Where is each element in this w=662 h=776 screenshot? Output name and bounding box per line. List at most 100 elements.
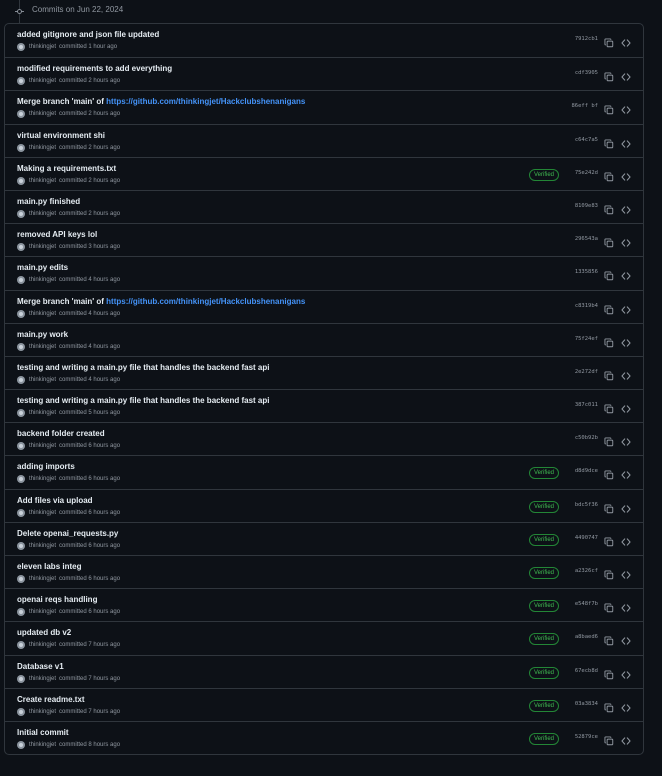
avatar[interactable]: [17, 707, 25, 716]
commit-author[interactable]: thinkingjet: [29, 443, 56, 449]
copy-icon[interactable]: [604, 35, 614, 48]
commit-sha-link[interactable]: 8109e83: [570, 203, 598, 209]
browse-code-icon[interactable]: [621, 434, 631, 446]
browse-code-icon[interactable]: [621, 69, 631, 81]
commit-author[interactable]: thinkingjet: [29, 476, 56, 482]
avatar[interactable]: [17, 342, 25, 351]
commit-author[interactable]: thinkingjet: [29, 145, 56, 151]
copy-icon[interactable]: [604, 202, 614, 215]
commit-message[interactable]: openai reqs handling: [17, 595, 97, 604]
avatar[interactable]: [17, 143, 25, 152]
browse-code-icon[interactable]: [621, 534, 631, 546]
commit-sha-link[interactable]: 1335856: [570, 269, 598, 275]
commit-author[interactable]: thinkingjet: [29, 111, 56, 117]
commit-sha-link[interactable]: c50b92b: [570, 435, 598, 441]
copy-icon[interactable]: [604, 434, 614, 447]
commit-message-text[interactable]: eleven labs integ: [17, 562, 81, 571]
commit-author[interactable]: thinkingjet: [29, 742, 56, 748]
commit-message[interactable]: modified requirements to add everything: [17, 64, 172, 73]
commit-message-text[interactable]: main.py edits: [17, 263, 68, 272]
commit-author[interactable]: thinkingjet: [29, 78, 56, 84]
browse-code-icon[interactable]: [621, 302, 631, 314]
copy-icon[interactable]: [604, 700, 614, 712]
copy-icon[interactable]: [604, 169, 614, 181]
commit-message[interactable]: eleven labs integ: [17, 562, 81, 571]
verified-badge[interactable]: Verified: [529, 567, 560, 579]
copy-icon[interactable]: [604, 401, 614, 414]
avatar[interactable]: [17, 608, 25, 617]
avatar[interactable]: [17, 110, 25, 119]
commit-message-text[interactable]: testing and writing a main.py file that …: [17, 396, 270, 405]
commit-message-text[interactable]: Create readme.txt: [17, 695, 85, 704]
avatar[interactable]: [17, 375, 25, 384]
commit-message-text[interactable]: removed API keys lol: [17, 230, 97, 239]
commit-repo-link[interactable]: https://github.com/thinkingjet/Hackclubs…: [106, 97, 305, 106]
commit-message[interactable]: testing and writing a main.py file that …: [17, 396, 270, 405]
copy-icon[interactable]: [604, 368, 614, 381]
commit-sha-link[interactable]: a2326cf: [570, 568, 598, 574]
commit-author[interactable]: thinkingjet: [29, 576, 56, 582]
commit-author[interactable]: thinkingjet: [29, 543, 56, 549]
browse-code-icon[interactable]: [621, 600, 631, 612]
commit-message-text[interactable]: Merge branch 'main' of: [17, 97, 106, 106]
browse-code-icon[interactable]: [621, 733, 631, 745]
browse-code-icon[interactable]: [621, 335, 631, 347]
verified-badge[interactable]: Verified: [529, 500, 560, 513]
commit-message-text[interactable]: backend folder created: [17, 429, 105, 438]
avatar[interactable]: [17, 409, 25, 418]
avatar[interactable]: [17, 43, 25, 51]
commit-sha-link[interactable]: 296543a: [570, 236, 598, 242]
commit-message[interactable]: updated db v2: [17, 628, 71, 637]
commit-message[interactable]: backend folder created: [17, 429, 105, 438]
copy-icon[interactable]: [604, 102, 614, 115]
commit-author[interactable]: thinkingjet: [29, 244, 56, 250]
copy-icon[interactable]: [604, 467, 614, 480]
commit-message[interactable]: Create readme.txt: [17, 695, 85, 704]
commit-sha-link[interactable]: 75f24ef: [570, 336, 598, 342]
commit-sha-link[interactable]: 67ecb8d: [570, 668, 598, 674]
commit-author[interactable]: thinkingjet: [29, 642, 56, 648]
browse-code-icon[interactable]: [621, 667, 631, 679]
commit-author[interactable]: thinkingjet: [29, 377, 56, 383]
commit-author[interactable]: thinkingjet: [29, 311, 56, 317]
commit-author[interactable]: thinkingjet: [29, 44, 56, 50]
avatar[interactable]: [17, 508, 25, 517]
verified-badge[interactable]: Verified: [529, 699, 560, 712]
commit-message-text[interactable]: virtual environment shi: [17, 131, 105, 140]
commit-message[interactable]: added gitignore and json file updated: [17, 30, 159, 39]
commit-message-text[interactable]: Making a requirements.txt: [17, 164, 116, 173]
verified-badge[interactable]: Verified: [529, 633, 560, 646]
avatar[interactable]: [17, 209, 25, 218]
commit-message[interactable]: Initial commit: [17, 728, 69, 737]
commit-message-text[interactable]: modified requirements to add everything: [17, 64, 172, 73]
copy-icon[interactable]: [604, 335, 614, 347]
commit-sha-link[interactable]: 7912cb1: [570, 36, 598, 42]
commit-message-text[interactable]: updated db v2: [17, 628, 71, 637]
commit-sha-link[interactable]: 4490747: [570, 535, 598, 541]
browse-code-icon[interactable]: [621, 368, 631, 380]
copy-icon[interactable]: [604, 136, 614, 148]
browse-code-icon[interactable]: [621, 102, 631, 114]
commit-repo-link[interactable]: https://github.com/thinkingjet/Hackclubs…: [106, 297, 305, 306]
browse-code-icon[interactable]: [621, 633, 631, 645]
commit-message-text[interactable]: Initial commit: [17, 728, 69, 737]
avatar[interactable]: [17, 541, 25, 550]
verified-badge[interactable]: Verified: [529, 600, 560, 613]
copy-icon[interactable]: [604, 501, 614, 513]
verified-badge[interactable]: Verified: [529, 533, 560, 546]
avatar[interactable]: [17, 641, 25, 650]
commit-sha-link[interactable]: 75e242d: [570, 170, 598, 176]
avatar[interactable]: [17, 442, 25, 451]
browse-code-icon[interactable]: [621, 169, 631, 181]
commit-message[interactable]: testing and writing a main.py file that …: [17, 363, 270, 372]
commit-message[interactable]: Delete openai_requests.py: [17, 529, 118, 538]
commit-message[interactable]: Merge branch 'main' of https://github.co…: [17, 297, 305, 306]
commit-message-text[interactable]: Database v1: [17, 662, 64, 671]
commit-message[interactable]: main.py work: [17, 330, 68, 339]
browse-code-icon[interactable]: [621, 35, 631, 47]
copy-icon[interactable]: [604, 733, 614, 746]
avatar[interactable]: [17, 77, 25, 86]
commit-message[interactable]: Merge branch 'main' of https://github.co…: [17, 97, 305, 106]
commit-message-text[interactable]: main.py finished: [17, 197, 80, 206]
commit-message[interactable]: virtual environment shi: [17, 131, 105, 140]
